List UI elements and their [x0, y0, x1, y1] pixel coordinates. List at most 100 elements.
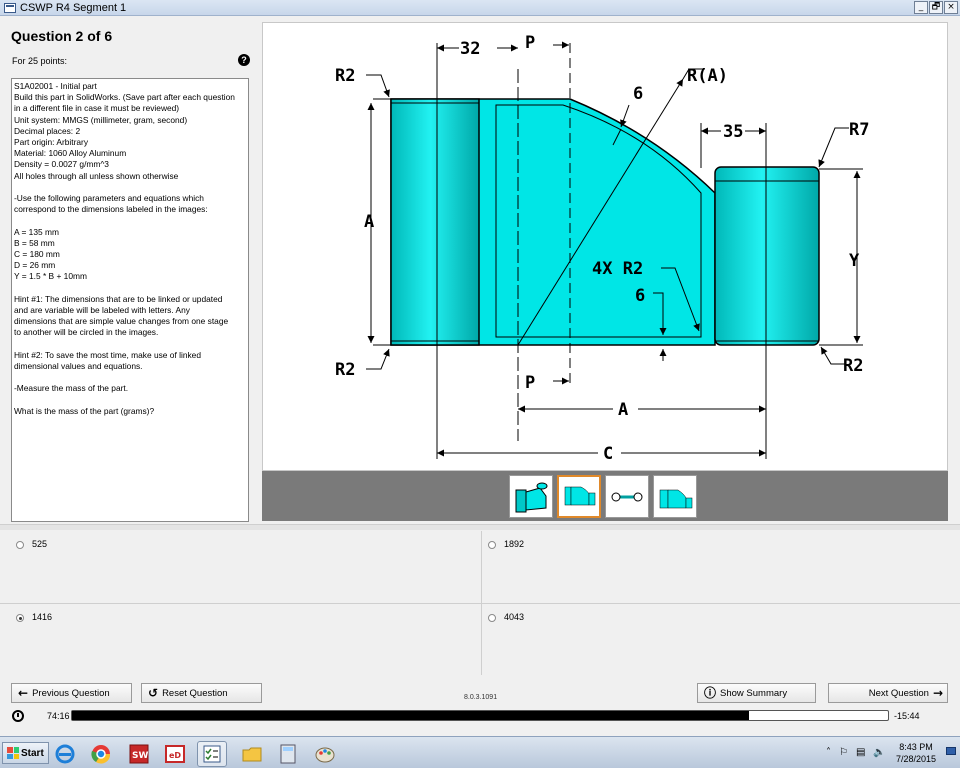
show-summary-label: Show Summary [720, 687, 788, 699]
answer-label-2: 1892 [504, 539, 525, 549]
answer-radio-4[interactable] [488, 614, 496, 622]
dim-6-top-label: 6 [633, 84, 643, 104]
drawing-viewer: 32 P R2 R(A) 6 35 R7 A 4X R2 6 Y R2 R2 P… [262, 22, 948, 471]
previous-question-label: Previous Question [32, 687, 110, 699]
minimize-button[interactable]: _ [914, 1, 928, 14]
answer-radio-2[interactable] [488, 541, 496, 549]
radius-4x-r2-label: 4X R2 [592, 259, 643, 279]
question-text-line [14, 283, 246, 294]
thumbnail-strip [262, 471, 948, 521]
question-text-line [14, 339, 246, 350]
timer-row: 74:16 -15:44 [0, 706, 960, 726]
answer-option-4[interactable]: 4043 [472, 604, 950, 674]
file-explorer-icon[interactable] [237, 741, 267, 767]
info-icon: ⓘ [704, 686, 717, 700]
start-label: Start [21, 747, 44, 759]
question-text-line: Decimal places: 2 [14, 125, 81, 136]
answer-radio-1[interactable] [16, 541, 24, 549]
question-text-line [14, 395, 246, 406]
question-text-line: Part origin: Arbitrary [14, 137, 89, 148]
window-titlebar: CSWP R4 Segment 1 _ 🗗 × [0, 0, 960, 16]
dim-y-label: Y [849, 251, 860, 271]
reset-question-button[interactable]: ↺ Reset Question [141, 683, 262, 703]
thumbnail-front-view[interactable] [557, 475, 601, 518]
start-button[interactable]: Start [2, 742, 49, 764]
question-panel: Question 2 of 6 For 25 points: ? S1A0200… [0, 16, 260, 524]
question-text-line: Unit system: MMGS (millimeter, gram, sec… [14, 114, 188, 125]
paint-icon[interactable] [310, 741, 340, 767]
taskbar: Start SW eD ˄ ⚐ ▤ 🔈 8:43 PM 7/28/2015 [0, 736, 960, 768]
question-text-line: What is the mass of the part (grams)? [14, 405, 155, 416]
question-text-line: All holes through all unless shown other… [14, 170, 179, 181]
thumbnail-iso-view[interactable] [509, 475, 553, 518]
answer-label-3: 1416 [32, 612, 53, 622]
show-hidden-icons-icon[interactable]: ˄ [826, 747, 831, 758]
dim-a-bottom-label: A [618, 400, 628, 420]
right-cylinder [714, 166, 820, 346]
question-text-line: A = 135 mm [14, 226, 59, 237]
question-text-line: and are variable will be labeled with le… [14, 305, 190, 316]
answer-radio-3[interactable] [16, 614, 24, 622]
question-text-line [14, 372, 246, 383]
chrome-icon[interactable] [86, 741, 116, 767]
question-text-line: Hint #1: The dimensions that are to be l… [14, 293, 223, 304]
question-text-line: dimensional values and equations. [14, 361, 143, 372]
show-summary-button[interactable]: ⓘ Show Summary [697, 683, 816, 703]
next-question-button[interactable]: Next Question → [828, 683, 948, 703]
question-text-line: -Measure the mass of the part. [14, 383, 129, 394]
section-p-bottom-label: P [525, 373, 535, 393]
calculator-icon[interactable] [273, 741, 303, 767]
question-text-line: Density = 0.0027 g/mm^3 [14, 159, 109, 170]
question-text-line: Y = 1.5 * B + 10mm [14, 271, 87, 282]
close-button[interactable]: × [944, 1, 958, 14]
question-text-line: to another will be circled in the images… [14, 327, 159, 338]
internet-explorer-icon[interactable] [50, 741, 80, 767]
previous-question-button[interactable]: ← Previous Question [11, 683, 132, 703]
action-center-flag-icon[interactable]: ⚐ [839, 747, 848, 758]
question-text-line: -Use the following parameters and equati… [14, 193, 204, 204]
answer-option-3[interactable]: 1416 [0, 604, 478, 674]
question-text-line: Hint #2: To save the most time, make use… [14, 349, 201, 360]
edrawings-icon[interactable]: eD [160, 741, 190, 767]
left-cylinder [390, 98, 480, 346]
help-icon[interactable]: ? [238, 54, 250, 66]
radius-ra-label: R(A) [687, 66, 728, 86]
svg-text:SW: SW [132, 751, 148, 761]
dim-35-label: 35 [723, 122, 743, 142]
question-text-box[interactable]: S1A02001 - Initial part Build this part i… [11, 78, 249, 522]
question-text-line: Build this part in SolidWorks. (Save par… [14, 92, 235, 103]
dim-c-label: C [603, 444, 613, 464]
volume-icon[interactable]: 🔈 [873, 747, 885, 758]
reset-question-label: Reset Question [162, 687, 228, 699]
radius-r2-top-left: R2 [335, 66, 355, 86]
answer-option-2[interactable]: 1892 [472, 531, 950, 601]
answer-label-4: 4043 [504, 612, 525, 622]
show-desktop-button[interactable] [946, 747, 956, 755]
part-drawing: 32 P R2 R(A) 6 35 R7 A 4X R2 6 Y R2 R2 P… [335, 33, 869, 464]
answer-option-1[interactable]: 525 [0, 531, 478, 601]
windows-flag-icon [7, 747, 19, 759]
window-title: CSWP R4 Segment 1 [20, 1, 127, 14]
question-text-line: in a different file in case it must be r… [14, 103, 180, 114]
cswp-test-icon[interactable] [197, 741, 227, 767]
thumbnail-side-view[interactable] [653, 475, 697, 518]
radius-r7-label: R7 [849, 120, 869, 140]
question-text-line: S1A02001 - Initial part [14, 81, 97, 91]
thumbnail-top-view[interactable] [605, 475, 649, 518]
svg-text:eD: eD [169, 751, 181, 760]
question-text-line: Material: 1060 Alloy Aluminum [14, 148, 127, 159]
solidworks-icon[interactable]: SW [124, 741, 154, 767]
answer-grid-divider-horizontal [0, 603, 960, 604]
network-icon[interactable]: ▤ [856, 747, 865, 758]
question-points: For 25 points: [12, 56, 68, 66]
question-text-line [14, 215, 246, 226]
clock-time: 8:43 PM [899, 742, 933, 752]
dim-6-mid-label: 6 [635, 286, 645, 306]
version-text: 8.0.3.1091 [464, 694, 498, 701]
question-text-line: B = 58 mm [14, 237, 55, 248]
taskbar-clock[interactable]: 8:43 PM 7/28/2015 [896, 741, 936, 765]
dim-32-label: 32 [460, 39, 480, 59]
app-icon [4, 2, 16, 13]
clock-date: 7/28/2015 [896, 754, 937, 764]
restore-button[interactable]: 🗗 [929, 1, 943, 14]
